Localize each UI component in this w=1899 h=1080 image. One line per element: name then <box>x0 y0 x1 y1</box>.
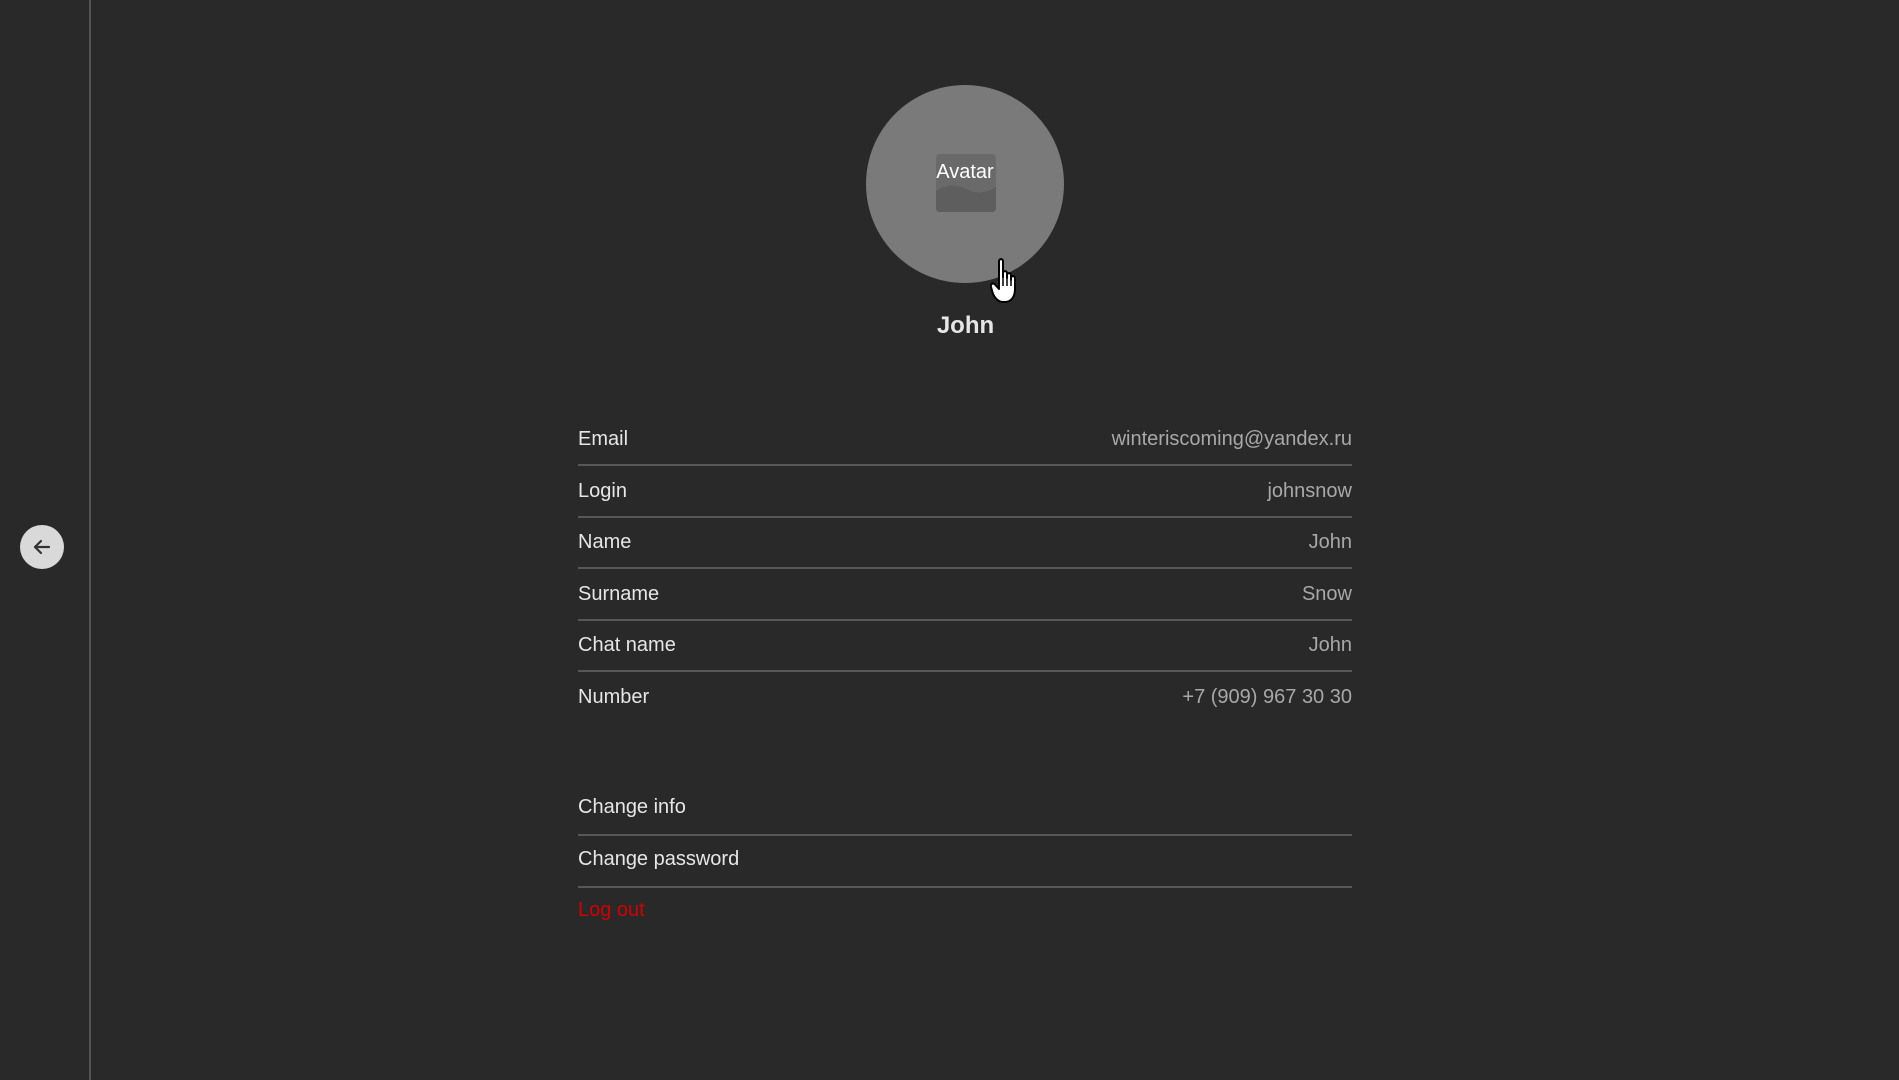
arrow-left-icon <box>33 539 51 555</box>
divider <box>578 885 1352 888</box>
info-row-surname: Surname Snow <box>578 569 1352 621</box>
info-label: Surname <box>578 582 660 605</box>
info-label: Number <box>578 685 650 708</box>
info-value: +7 (909) 967 30 30 <box>1182 685 1352 708</box>
info-row-chat-name: Chat name John <box>578 620 1352 673</box>
info-label: Chat name <box>578 634 676 657</box>
info-row-login: Login johnsnow <box>578 466 1352 518</box>
info-value: John <box>1308 634 1352 657</box>
info-value: johnsnow <box>1267 479 1352 502</box>
info-row-email: Email winteriscoming@yandex.ru <box>578 414 1352 466</box>
hand-pointer-icon <box>990 258 1016 303</box>
info-row-name: Name John <box>578 517 1352 570</box>
info-label: Name <box>578 531 632 554</box>
info-value: winteriscoming@yandex.ru <box>1111 428 1352 450</box>
action-row-change-info: Change info <box>578 794 1352 846</box>
info-row-number: Number +7 (909) 967 30 30 <box>578 672 1352 724</box>
divider <box>578 834 1352 836</box>
info-value: Snow <box>1301 582 1352 605</box>
action-row-change-password: Change password <box>578 846 1352 898</box>
logout-link[interactable]: Log out <box>578 899 645 922</box>
info-label: Login <box>578 479 627 502</box>
action-row-logout: Log out <box>578 897 1352 949</box>
profile-display-name: John <box>936 312 995 339</box>
profile-actions: Change info Change password Log out <box>578 794 1352 949</box>
change-info-link[interactable]: Change info <box>578 796 686 819</box>
change-password-link[interactable]: Change password <box>578 848 739 871</box>
info-label: Email <box>578 428 629 450</box>
info-value: John <box>1308 531 1352 554</box>
back-button[interactable] <box>20 525 64 569</box>
avatar[interactable]: Avatar <box>866 85 1064 283</box>
profile-info-list: Email winteriscoming@yandex.ru Login joh… <box>578 414 1352 724</box>
side-rail <box>0 0 91 1080</box>
avatar-label: Avatar <box>936 161 994 183</box>
